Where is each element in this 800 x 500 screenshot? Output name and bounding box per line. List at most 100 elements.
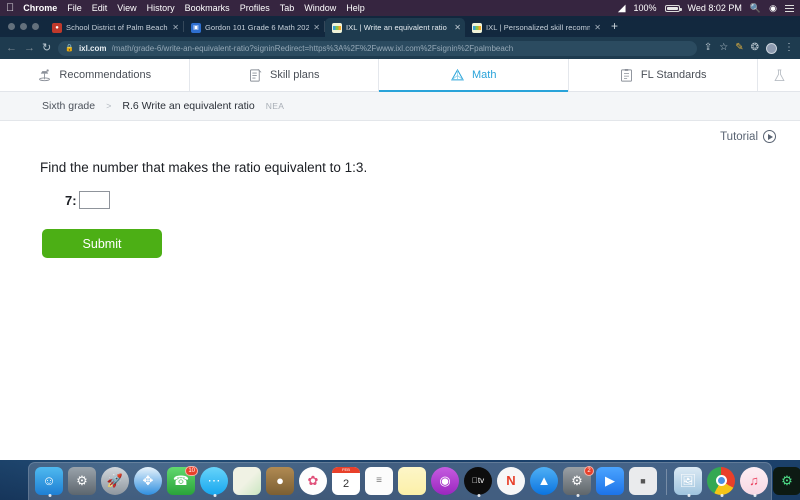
nav-tab-label: FL Standards [640, 69, 707, 81]
menu-item-edit[interactable]: Edit [92, 3, 108, 13]
menu-item-view[interactable]: View [117, 3, 136, 13]
dock-item-safari[interactable]: ✥ [134, 466, 164, 497]
dock-item-calendar[interactable]: FEB 2 [332, 466, 362, 497]
maximize-window-button[interactable] [32, 23, 39, 30]
menu-item-profiles[interactable]: Profiles [240, 3, 270, 13]
browser-tab-ixl-equivalent-ratio[interactable]: IXL | Write an equivalent ratio ✕ [325, 18, 465, 37]
dock-item-reminders[interactable]: ≡ [365, 466, 395, 497]
profile-avatar-icon[interactable] [766, 42, 777, 54]
chrome-icon [707, 466, 735, 495]
menu-item-bookmarks[interactable]: Bookmarks [185, 3, 230, 13]
reload-icon[interactable]: ↻ [42, 42, 51, 54]
browser-tab-ixl-recommendations[interactable]: IXL | Personalized skill recomm ✕ [465, 18, 605, 37]
dock-item-photos[interactable]: ✿ [299, 466, 329, 497]
tab-title: School District of Palm Beach [66, 23, 168, 32]
dock-item-podcasts[interactable]: ◉ [431, 466, 461, 497]
dock-item-music[interactable]: ♫ [740, 466, 770, 497]
contacts-book-icon: ● [266, 466, 294, 495]
breadcrumb: Sixth grade > R.6 Write an equivalent ra… [0, 92, 800, 121]
menu-item-chrome[interactable]: Chrome [23, 3, 57, 13]
close-icon[interactable]: ✕ [594, 23, 601, 32]
dock-item-preview[interactable]: 🖼 [674, 466, 704, 497]
address-bar[interactable]: 🔒 ixl.com/math/grade-6/write-an-equivale… [58, 40, 697, 56]
answer-row: 7: [65, 191, 800, 209]
dock-item-messages[interactable]: ⋯ [200, 466, 230, 497]
dock-item-settings-green[interactable]: ⚙ [773, 466, 800, 497]
dock-item-apple-tv[interactable]: tv [464, 466, 494, 497]
control-center-icon[interactable] [785, 3, 794, 14]
dock-item-app-store[interactable]: ▲ [530, 466, 560, 497]
reminders-icon: ≡ [365, 466, 393, 495]
menu-bar-clock[interactable]: Wed 8:02 PM [688, 3, 742, 13]
minimize-window-button[interactable] [20, 23, 27, 30]
apple-logo-icon[interactable]:  [6, 2, 14, 14]
back-arrow-icon[interactable]: ← [6, 42, 17, 54]
tutorial-row: Tutorial [0, 121, 800, 143]
nav-tab-skill-plans[interactable]: Skill plans [190, 59, 379, 91]
menu-item-window[interactable]: Window [304, 3, 336, 13]
calendar-icon: FEB 2 [332, 466, 360, 495]
answer-input[interactable] [78, 191, 110, 209]
dock-item-zoom[interactable]: ▶ [596, 466, 626, 497]
dock-item-news[interactable]: N [497, 466, 527, 497]
dock-item-launchpad[interactable]: 🚀 [101, 466, 131, 497]
submit-button[interactable]: Submit [42, 229, 162, 258]
science-flask-icon [773, 68, 785, 81]
browser-tab-school-district[interactable]: ● School District of Palm Beach ✕ [45, 18, 183, 37]
running-indicator [477, 493, 481, 497]
close-icon[interactable]: ✕ [454, 23, 461, 32]
puzzle-piece-icon[interactable]: ❂ [751, 43, 759, 53]
dock-item-finder[interactable]: ☺ [35, 466, 65, 497]
ixl-page-content: Recommendations Skill plans Math FL Stan… [0, 59, 800, 460]
browser-tab-gordon-math[interactable]: ▣ Gordon 101 Grade 6 Math 2021 ✕ [184, 18, 324, 37]
dock-item-facetime[interactable]: ☎ 10 [167, 465, 198, 497]
music-note-icon: ♫ [740, 466, 768, 495]
menu-item-file[interactable]: File [67, 3, 82, 13]
window-controls[interactable] [4, 16, 45, 37]
tutorial-link[interactable]: Tutorial [720, 130, 776, 143]
chevron-right-icon: > [106, 101, 112, 111]
forward-arrow-icon[interactable]: → [24, 42, 35, 54]
running-indicator [720, 493, 724, 497]
running-indicator [213, 493, 217, 497]
dock-item-system-preferences-legacy[interactable]: ⚙ [68, 466, 98, 497]
new-tab-button[interactable]: + [605, 19, 624, 35]
dock-item-contacts[interactable]: ● [266, 466, 296, 497]
ixl-primary-nav: Recommendations Skill plans Math FL Stan… [0, 59, 800, 92]
nav-tab-recommendations[interactable]: Recommendations [0, 59, 190, 91]
search-icon[interactable]: 🔍 [750, 3, 761, 14]
tab-title: IXL | Personalized skill recomm [486, 23, 591, 32]
chrome-browser-window: ● School District of Palm Beach ✕ ▣ Gord… [0, 16, 800, 460]
pencil-icon[interactable]: ✎ [735, 43, 743, 53]
close-icon[interactable]: ✕ [313, 23, 320, 32]
apple-tv-icon: tv [464, 466, 492, 495]
nav-tab-label: Math [472, 69, 497, 81]
nav-tab-overflow[interactable] [758, 59, 800, 91]
star-icon[interactable]: ☆ [719, 43, 728, 53]
roblox-icon: ■ [629, 466, 657, 495]
dock-item-notes[interactable] [398, 466, 428, 497]
browser-tab-strip: ● School District of Palm Beach ✕ ▣ Gord… [0, 16, 800, 37]
ixl-favicon [332, 22, 342, 33]
dock-item-system-preferences[interactable]: ⚙ 2 [563, 465, 594, 497]
three-dot-menu-icon[interactable]: ⋮ [784, 43, 794, 53]
nav-tab-math[interactable]: Math [379, 59, 569, 92]
mac-menu-bar:  Chrome File Edit View History Bookmark… [0, 0, 800, 16]
system-preferences-legacy-icon: ⚙ [68, 466, 96, 495]
wifi-icon[interactable]: ◢ [618, 3, 626, 14]
dock-item-maps[interactable] [233, 466, 263, 497]
messages-bubble-icon: ⋯ [200, 466, 228, 495]
menu-item-history[interactable]: History [147, 3, 175, 13]
close-window-button[interactable] [8, 23, 15, 30]
share-icon[interactable]: ⇪ [704, 43, 712, 53]
ixl-favicon [472, 22, 482, 33]
nav-tab-fl-standards[interactable]: FL Standards [569, 59, 758, 91]
breadcrumb-grade-link[interactable]: Sixth grade [42, 100, 95, 112]
dock-item-google-chrome[interactable] [707, 466, 737, 497]
menu-item-help[interactable]: Help [346, 3, 365, 13]
close-icon[interactable]: ✕ [172, 23, 179, 32]
dock-item-roblox[interactable]: ■ [629, 466, 659, 497]
menu-item-tab[interactable]: Tab [280, 3, 295, 13]
siri-icon[interactable]: ◉ [769, 3, 777, 14]
play-circle-icon[interactable] [763, 130, 776, 143]
